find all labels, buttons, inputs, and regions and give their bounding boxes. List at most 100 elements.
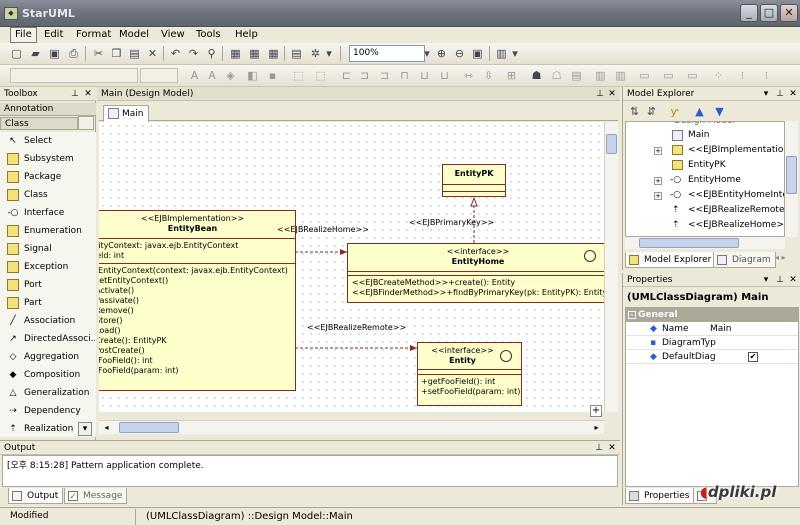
fit-icon[interactable]: ▣ [469,45,486,63]
maximize-button[interactable]: □ [760,4,778,22]
toolbox-item-part[interactable]: Part [0,294,95,312]
scroll-thumb[interactable] [639,238,739,248]
vertical-scrollbar[interactable] [604,122,618,412]
toolbox-scroll-button[interactable] [78,116,94,130]
show2-icon[interactable]: ▭ [660,67,677,85]
toolbox-item-signal[interactable]: Signal [0,240,95,258]
move-up-icon[interactable]: ▲ [691,103,708,121]
navigator-icon[interactable]: + [590,405,602,417]
pin-icon[interactable]: ⊥ [594,441,604,455]
layout-icon[interactable]: ▥ [493,45,510,63]
tree-item-ejbrealizeremote[interactable]: ⇡<<EJBRealizeRemote>> [672,203,784,218]
toolbox-item-generalization[interactable]: △ Generalization [0,384,95,402]
collapse-icon[interactable]: - [628,311,636,319]
scroll-down-icon[interactable]: ▾ [78,422,92,436]
close-panel-icon[interactable]: ✕ [788,87,798,101]
scroll-thumb[interactable] [119,422,179,433]
bring-front-icon[interactable]: ▤ [568,67,585,85]
toolbox-section-annotation[interactable]: Annotation [0,103,96,116]
pin-icon[interactable]: ⊥ [70,87,80,101]
close-panel-icon[interactable]: ✕ [788,273,798,287]
toolbox-item-package[interactable]: Package [0,168,95,186]
close-panel-icon[interactable]: ✕ [83,87,93,101]
toolbox-item-aggregation[interactable]: ◇ Aggregation [0,348,95,366]
entity-interface[interactable]: <<interface>> Entity +getFooField(): int… [417,342,522,406]
property-category[interactable]: - General [626,308,798,322]
zoom-in-icon[interactable]: ⊕ [433,45,450,63]
horizontal-scrollbar[interactable]: ◂ ▸ [99,420,604,434]
align-bottom-icon[interactable]: ⊔ [436,67,453,85]
find-icon[interactable]: ⚲ [203,45,220,63]
entitybean-class[interactable]: <<EJBImplementation>> EntityBean ntityCo… [99,210,296,391]
toolbox-item-interface[interactable]: -○ Interface [0,204,95,222]
tree-item-main[interactable]: Main [672,128,710,143]
show3-icon[interactable]: ▭ [684,67,701,85]
suppress-icon[interactable]: ⁘ [710,67,727,85]
delete-icon[interactable]: ✕ [144,45,161,63]
document-icon[interactable]: ▤ [288,45,305,63]
diagram3-icon[interactable]: ▦ [265,45,282,63]
cut-icon[interactable]: ✂ [90,45,107,63]
toolbox-item-select[interactable]: ↖ Select [0,132,95,150]
copy-icon[interactable]: ❐ [108,45,125,63]
tree-horizontal-scrollbar[interactable] [625,237,785,249]
align-right-icon[interactable]: ⊐ [376,67,393,85]
menu-file[interactable]: File [10,27,37,43]
filter-icon[interactable]: ƴ [666,103,683,121]
sort-icon[interactable]: ⇅ [626,103,643,121]
show-icon[interactable]: ▭ [636,67,653,85]
move-down-icon[interactable]: ▼ [711,103,728,121]
space2-icon[interactable]: ⇳ [480,67,497,85]
ungroup-icon[interactable]: ☖ [548,67,565,85]
dropdown-arrow-icon[interactable]: ▾ [324,45,334,63]
entitypk-class[interactable]: EntityPK [442,164,506,197]
new-file-icon[interactable]: ▢ [8,45,25,63]
save-icon[interactable]: ▣ [46,45,63,63]
toolbox-item-subsystem[interactable]: Subsystem [0,150,95,168]
tree-item-ejbrealizehome[interactable]: ⇡ <<EJBRealizeHome>> [672,218,784,233]
line-style-icon[interactable]: ⬚ [290,67,307,85]
toolbox-item-exception[interactable]: Exception [0,258,95,276]
space-icon[interactable]: ⇿ [460,67,477,85]
scroll-thumb[interactable] [786,156,797,194]
expand-icon[interactable]: + [654,147,662,155]
menu-view[interactable]: View [157,27,189,43]
line-color-icon[interactable]: ◧ [244,67,261,85]
suppress2-icon[interactable]: ⁝ [734,67,751,85]
diagram-icon[interactable]: ▦ [227,45,244,63]
scroll-right-icon[interactable]: ▸ [591,422,602,433]
tree-item-entitypk[interactable]: EntityPK [672,158,726,173]
grid-icon[interactable]: ⊞ [503,67,520,85]
tab-properties[interactable]: Properties [625,488,695,504]
fill-color-icon[interactable]: ◈ [222,67,239,85]
style-icon[interactable]: ▪ [264,67,281,85]
expand-icon[interactable]: + [654,192,662,200]
arrange-icon[interactable]: ⬚ [312,67,329,85]
pin-icon[interactable]: ⊥ [595,87,605,101]
settings-icon[interactable]: ✲ [307,45,324,63]
tree-item-ejbentityhomeinterface[interactable]: + -○ <<EJBEntityHomeInterf [654,188,784,203]
toolbox-section-class[interactable]: Class [0,117,78,130]
minimize-button[interactable]: _ [740,4,758,22]
toolbox-item-association[interactable]: ╱ Association [0,312,95,330]
toolbox-item-dependency[interactable]: ⇢ Dependency [0,402,95,420]
toolbox-item-composition[interactable]: ◆ Composition [0,366,95,384]
toolbox-item-directedassociation[interactable]: ↗ DirectedAssoci... [0,330,95,348]
zoom-out-icon[interactable]: ⊖ [451,45,468,63]
open-folder-icon[interactable]: ▰ [27,45,44,63]
group-icon[interactable]: ☗ [528,67,545,85]
dropdown-icon[interactable]: ▾ [761,87,771,101]
sort2-icon[interactable]: ⇵ [643,103,660,121]
expand-icon[interactable]: + [654,177,662,185]
zoom-combobox[interactable]: 100% [349,45,425,62]
pin-icon[interactable]: ⊥ [775,273,785,287]
dropdown-arrow-icon[interactable]: ▾ [510,45,520,63]
view-icon[interactable]: ▥ [592,67,609,85]
align-middle-icon[interactable]: ⊔ [416,67,433,85]
align-top-icon[interactable]: ⊓ [396,67,413,85]
property-row[interactable]: ◆ Name Main [626,322,798,336]
undo-icon[interactable]: ↶ [167,45,184,63]
font-combobox[interactable] [10,68,138,83]
tree-vertical-scrollbar[interactable] [785,121,798,237]
close-button[interactable]: ✕ [780,4,798,22]
